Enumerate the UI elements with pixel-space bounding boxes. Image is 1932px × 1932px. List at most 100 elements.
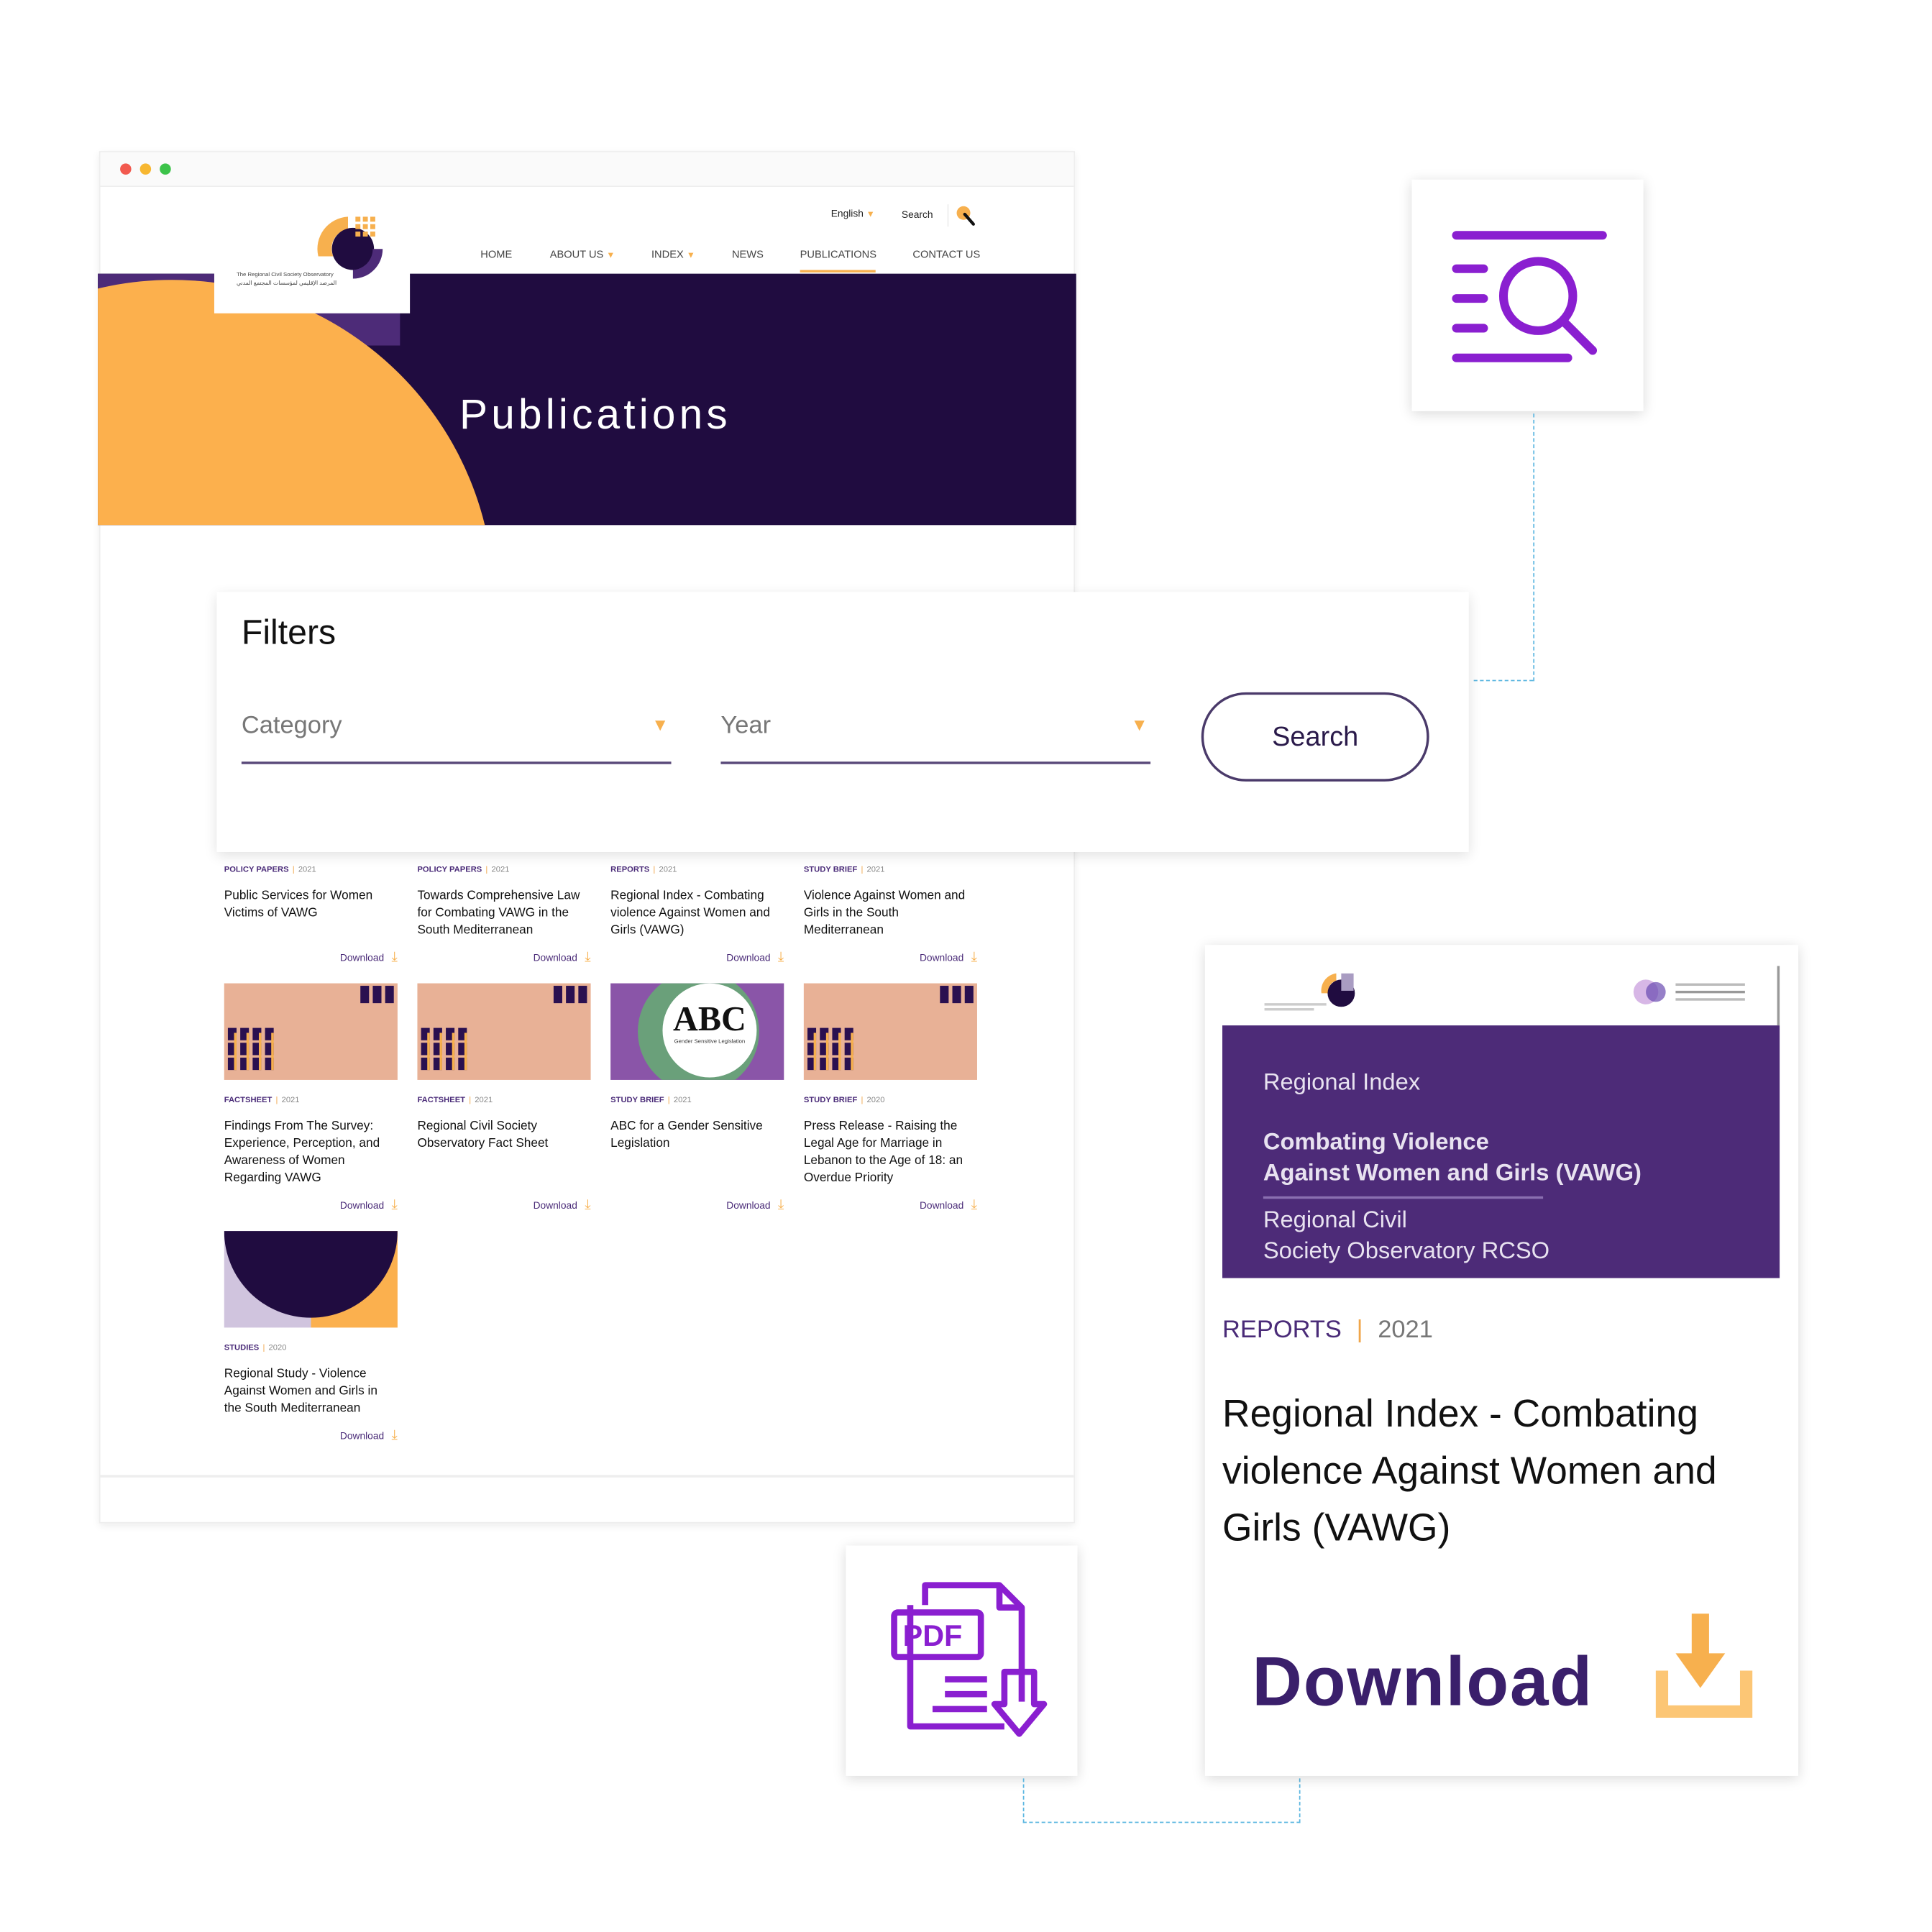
category-label: FACTSHEET xyxy=(417,1096,466,1105)
site-logo[interactable]: The Regional Civil Society Observatory ا… xyxy=(214,199,411,313)
filters-heading: Filters xyxy=(241,613,337,651)
abc-subtitle: Gender Sensitive Legislation xyxy=(674,1038,746,1044)
connector-line xyxy=(1533,413,1535,682)
divider xyxy=(1263,1196,1544,1199)
year-label: 2020 xyxy=(268,1343,287,1352)
download-link[interactable]: Download ⤓ xyxy=(534,1198,591,1214)
year-label: 2021 xyxy=(673,1096,692,1105)
category-label: REPORTS xyxy=(1222,1316,1342,1344)
publication-item: STUDIES | 2020 Regional Study - Violence A… xyxy=(224,1343,398,1443)
publication-item: STUDY BRIEF | 2020 Press Release - Raising… xyxy=(803,1096,977,1212)
category-label: POLICY PAPERS xyxy=(224,865,289,875)
chevron-down-icon: ▼ xyxy=(651,714,669,735)
publication-thumbnail[interactable]: ABC Gender Sensitive Legislation xyxy=(610,983,784,1080)
download-label: Download xyxy=(726,952,771,964)
download-link[interactable]: Download ⤓ xyxy=(726,1198,784,1214)
publication-title[interactable]: Public Services for Women Victims of VAW… xyxy=(224,888,398,922)
cover-text: Against Women and Girls (VAWG) xyxy=(1263,1160,1642,1187)
logo-text-ar: المرصد الإقليمي لمؤسسات المجتمع المدني xyxy=(236,280,337,286)
category-label: FACTSHEET xyxy=(224,1096,273,1105)
download-link[interactable]: Download ⤓ xyxy=(340,950,398,966)
download-icon: ⤓ xyxy=(391,950,398,965)
category-label: STUDY BRIEF xyxy=(610,1096,664,1105)
publication-item: STUDY BRIEF | 2021 ABC for a Gender Sensit… xyxy=(610,1096,784,1212)
publication-meta: FACTSHEET | 2021 xyxy=(224,1096,300,1105)
download-label: Download xyxy=(919,952,964,964)
publication-thumbnail[interactable] xyxy=(417,983,591,1080)
search-feature-card xyxy=(1411,179,1644,411)
year-label: 2021 xyxy=(866,865,885,875)
cover-image: Regional Index Combating Violence Agains… xyxy=(1222,1025,1780,1278)
publication-title[interactable]: Towards Comprehensive Law for Combating … xyxy=(417,888,590,940)
partner-logo-icon xyxy=(1633,979,1745,1004)
download-icon: ⤓ xyxy=(777,950,784,965)
nav-index[interactable]: INDEX ▼ xyxy=(651,247,695,260)
year-label: 2021 xyxy=(659,865,677,875)
download-link[interactable]: Download ⤓ xyxy=(340,1428,398,1444)
category-placeholder: Category xyxy=(241,712,342,740)
download-icon: ⤓ xyxy=(391,1197,398,1213)
publication-thumbnail[interactable] xyxy=(224,983,398,1080)
category-label: REPORTS xyxy=(610,865,650,875)
year-label: 2021 xyxy=(281,1096,300,1105)
rcso-logo-icon xyxy=(1264,973,1355,1011)
category-select[interactable]: Category ▼ xyxy=(241,685,672,764)
pdf-download-icon: PDF xyxy=(891,1582,1048,1737)
chevron-down-icon: ▼ xyxy=(1130,714,1148,735)
cover-header xyxy=(1222,966,1780,1026)
pdf-feature-card: PDF xyxy=(846,1545,1078,1776)
year-label: 2021 xyxy=(298,865,316,875)
nav-about-us[interactable]: ABOUT US ▼ xyxy=(550,247,615,260)
nav-label: INDEX xyxy=(651,247,684,260)
download-icon: ⤓ xyxy=(391,1427,398,1443)
publication-meta: REPORTS | 2021 xyxy=(610,865,677,875)
download-icon[interactable] xyxy=(1653,1611,1754,1723)
publication-title[interactable]: Violence Against Women and Girls in the … xyxy=(804,888,977,940)
nav-contact-us[interactable]: CONTACT US xyxy=(912,247,980,260)
publication-item: FACTSHEET | 2021 Findings From The Survey:… xyxy=(224,1096,398,1212)
category-label: STUDY BRIEF xyxy=(803,1096,858,1105)
publication-title[interactable]: ABC for a Gender Sensitive Legislation xyxy=(610,1118,784,1153)
download-link[interactable]: Download ⤓ xyxy=(920,1198,977,1214)
nav-publications[interactable]: PUBLICATIONS xyxy=(800,247,876,260)
publication-thumbnail[interactable] xyxy=(224,1231,398,1328)
publication-meta: STUDY BRIEF | 2020 xyxy=(803,1096,885,1105)
download-label: Download xyxy=(339,1430,385,1442)
detail-title: Regional Index - Combating violence Agai… xyxy=(1222,1391,1717,1549)
download-link[interactable]: Download ⤓ xyxy=(534,950,591,966)
publication-title[interactable]: Findings From The Survey: Experience, Pe… xyxy=(224,1118,398,1187)
active-underline xyxy=(800,270,876,273)
publication-meta: STUDIES | 2020 xyxy=(224,1343,287,1352)
download-label: Download xyxy=(919,1200,964,1212)
download-link[interactable]: Download xyxy=(1252,1641,1593,1721)
nav-home[interactable]: HOME xyxy=(480,247,512,260)
year-placeholder: Year xyxy=(720,712,772,740)
search-button[interactable]: Search xyxy=(1201,692,1429,782)
download-icon: ⤓ xyxy=(971,1197,977,1213)
download-link[interactable]: Download ⤓ xyxy=(726,950,784,966)
year-select[interactable]: Year ▼ xyxy=(720,685,1151,764)
publication-item: STUDY BRIEF | 2021 Violence Against Women … xyxy=(804,865,977,965)
pdf-label: PDF xyxy=(903,1619,963,1652)
publication-title[interactable]: Press Release - Raising the Legal Age fo… xyxy=(804,1118,977,1187)
chevron-down-icon: ▼ xyxy=(686,251,695,260)
publication-title[interactable]: Regional Civil Society Observatory Fact … xyxy=(417,1118,590,1153)
cover-text: Combating Violence xyxy=(1263,1129,1489,1155)
publication-thumbnail[interactable] xyxy=(803,983,977,1080)
nav-news[interactable]: NEWS xyxy=(732,247,764,260)
publication-title[interactable]: Regional Study - Violence Against Women … xyxy=(224,1366,398,1418)
category-label: STUDIES xyxy=(224,1343,260,1352)
publication-title[interactable]: Regional Index - Combating violence Agai… xyxy=(610,888,784,940)
download-link[interactable]: Download ⤓ xyxy=(340,1198,398,1214)
download-icon: ⤓ xyxy=(971,950,977,965)
download-icon: ⤓ xyxy=(585,1197,591,1213)
download-link[interactable]: Download ⤓ xyxy=(920,950,977,966)
divider xyxy=(100,1475,1074,1478)
cover-text: Regional Index xyxy=(1263,1070,1421,1097)
year-label: 2020 xyxy=(866,1096,885,1105)
year-label: 2021 xyxy=(1378,1316,1433,1344)
download-icon: ⤓ xyxy=(777,1197,784,1213)
connector-line xyxy=(1022,1778,1025,1823)
download-label: Download xyxy=(533,1200,577,1212)
cover-text: Society Observatory RCSO xyxy=(1263,1238,1550,1265)
